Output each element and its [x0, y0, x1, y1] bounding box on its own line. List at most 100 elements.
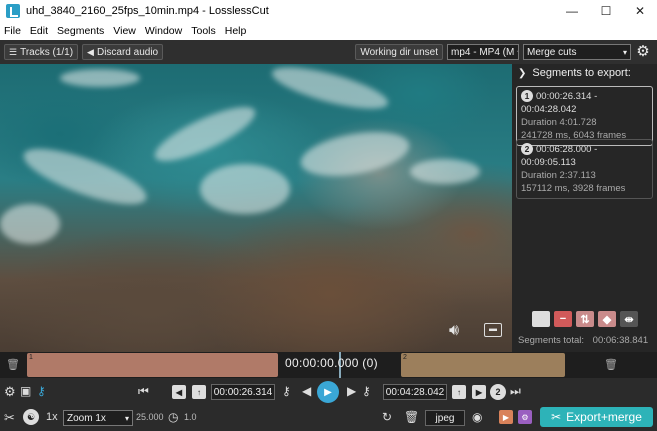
- volume-value: 1.0: [184, 412, 197, 422]
- playback-speed[interactable]: 1x: [46, 411, 58, 423]
- bottom-controls: ✂ ☯ 1x Zoom 1x ▾ 25.000 ◷ 1.0 ↻ 🗑︎ jpeg …: [0, 405, 657, 431]
- app-logo-icon: [6, 4, 20, 18]
- chevron-down-icon: ▾: [622, 47, 627, 57]
- tag-icon[interactable]: ◆: [598, 311, 616, 327]
- timeline-segment-1[interactable]: 1: [27, 353, 278, 377]
- format-value: mp4 - MP4 (M: [451, 46, 515, 58]
- maximize-button[interactable]: ☐: [589, 0, 623, 22]
- zoom-value: Zoom 1x: [67, 412, 106, 424]
- minimize-button[interactable]: —: [555, 0, 589, 22]
- export-merge-label: Export+merge: [566, 410, 642, 424]
- window-title: uhd_3840_2160_25fps_10min.mp4 - Lossless…: [26, 5, 269, 17]
- subtitles-icon[interactable]: ▬: [484, 323, 502, 337]
- menu-window[interactable]: Window: [145, 25, 182, 37]
- jump-end-icon[interactable]: ⏭: [510, 384, 521, 399]
- menu-tools[interactable]: Tools: [191, 25, 216, 37]
- fps-value: 25.000: [136, 412, 164, 422]
- video-texture: [148, 97, 262, 171]
- segments-panel-header: ❯ Segments to export:: [512, 64, 657, 82]
- segment-card[interactable]: 2 00:06:28.000 - 00:09:05.113 Duration 2:…: [516, 139, 653, 199]
- split-segment-icon[interactable]: ⇹: [620, 311, 638, 327]
- yin-yang-icon[interactable]: ☯: [23, 409, 39, 425]
- next-segment-icon[interactable]: ▶: [472, 385, 486, 399]
- timeline-segment-2[interactable]: 2: [401, 353, 565, 377]
- key-icon[interactable]: ⚷: [282, 384, 291, 398]
- segment-number: 1: [521, 90, 533, 102]
- segments-total-label: Segments total:: [518, 335, 585, 346]
- current-time: 00:00:00.000 (0): [285, 356, 378, 370]
- video-player[interactable]: 🔊︎ ▬: [0, 64, 512, 352]
- menu-bar: File Edit Segments View Window Tools Hel…: [0, 22, 657, 40]
- working-dir-button[interactable]: Working dir unset: [355, 44, 443, 60]
- list-icon: ☰: [9, 46, 18, 57]
- export-merge-button[interactable]: ✂ Export+merge: [540, 407, 653, 427]
- tracks-label: Tracks (1/1): [20, 46, 74, 58]
- menu-file[interactable]: File: [4, 25, 21, 37]
- prev-segment-icon[interactable]: ◀: [172, 385, 186, 399]
- scissors-icon: ✂: [551, 410, 562, 424]
- trash-icon[interactable]: 🗑︎: [604, 358, 618, 371]
- close-button[interactable]: ✕: [623, 0, 657, 22]
- merge-mode-select[interactable]: Merge cuts ▾: [523, 44, 631, 60]
- reorder-segments-icon[interactable]: ⇅: [576, 311, 594, 327]
- chevron-down-icon: ▾: [517, 48, 518, 57]
- jump-start-icon[interactable]: ⏮: [138, 384, 149, 399]
- video-texture: [17, 137, 153, 216]
- discard-audio-label: Discard audio: [96, 46, 159, 58]
- segment-card[interactable]: 1 00:00:26.314 - 00:04:28.042 Duration 4:…: [516, 86, 653, 146]
- video-texture: [268, 64, 392, 118]
- cut-start-field[interactable]: 00:00:26.314: [211, 384, 275, 400]
- camera-icon[interactable]: ◉: [472, 410, 482, 424]
- rotate-icon[interactable]: ↻: [382, 410, 392, 424]
- video-texture: [60, 69, 140, 87]
- window-titlebar: uhd_3840_2160_25fps_10min.mp4 - Lossless…: [0, 0, 657, 22]
- menu-view[interactable]: View: [113, 25, 136, 37]
- chevron-right-icon[interactable]: ❯: [518, 68, 526, 79]
- next-frame-icon[interactable]: ▶: [347, 384, 356, 398]
- gear-icon[interactable]: ⚙: [4, 384, 16, 400]
- segments-total: Segments total: 00:06:38.841: [518, 335, 648, 346]
- timeline-segment-label: 1: [29, 354, 33, 361]
- trash-icon[interactable]: 🗑︎: [404, 410, 419, 424]
- format-select[interactable]: mp4 - MP4 (M ▾: [447, 44, 519, 60]
- image-icon[interactable]: ▣: [20, 384, 31, 398]
- timeline-segment-label: 2: [403, 354, 407, 361]
- clock-icon[interactable]: ◷: [168, 410, 178, 424]
- settings-gear-icon[interactable]: ⚙: [635, 44, 651, 60]
- menu-help[interactable]: Help: [225, 25, 247, 37]
- segment-number: 2: [521, 143, 533, 155]
- playback-controls: ⚙ ▣ ⚷ ⏮ ◀ ↑ 00:00:26.314 ⚷ ◀ ▶ ▶ ⚷ 00:04…: [0, 379, 657, 405]
- segment-frames: 157112 ms, 3928 frames: [521, 183, 626, 194]
- segment-tools: + − ⇅ ◆ ⇹: [532, 311, 642, 327]
- add-segment-icon[interactable]: +: [532, 311, 550, 327]
- tracks-button[interactable]: ☰ Tracks (1/1): [4, 44, 79, 60]
- chevron-down-icon: ▾: [124, 413, 129, 423]
- remove-segment-icon[interactable]: −: [554, 311, 572, 327]
- key-icon[interactable]: ⚷: [362, 384, 371, 398]
- set-cut-end-icon[interactable]: ↑: [452, 385, 466, 399]
- export-segment-icon[interactable]: ▶: [499, 410, 513, 424]
- trash-icon[interactable]: 🗑︎: [6, 358, 20, 371]
- snapshot-format[interactable]: jpeg: [425, 410, 465, 426]
- menu-edit[interactable]: Edit: [30, 25, 48, 37]
- menu-segments[interactable]: Segments: [57, 25, 104, 37]
- video-texture: [297, 124, 413, 184]
- export-options-icon[interactable]: ⚙: [518, 410, 532, 424]
- segment-duration: Duration 4:01.728: [521, 117, 597, 128]
- prev-frame-icon[interactable]: ◀: [302, 384, 311, 398]
- discard-audio-button[interactable]: ◀ Discard audio: [82, 44, 164, 60]
- key-icon[interactable]: ⚷: [37, 384, 46, 398]
- timeline[interactable]: 🗑︎ 1 2 00:00:00.000 (0) 🗑︎: [0, 352, 657, 378]
- video-texture: [200, 164, 290, 214]
- video-texture: [0, 204, 60, 244]
- volume-icon[interactable]: 🔊︎: [449, 322, 459, 340]
- video-texture: [410, 159, 480, 184]
- cut-mode-icon[interactable]: ✂: [4, 410, 15, 426]
- zoom-select[interactable]: Zoom 1x ▾: [63, 410, 133, 426]
- set-cut-start-icon[interactable]: ↑: [192, 385, 206, 399]
- segments-panel: ❯ Segments to export: 1 00:00:26.314 - 00…: [512, 64, 657, 352]
- speaker-icon: ◀: [87, 46, 94, 57]
- merge-mode-value: Merge cuts: [527, 46, 577, 58]
- play-button[interactable]: ▶: [317, 381, 339, 403]
- cut-end-field[interactable]: 00:04:28.042: [383, 384, 447, 400]
